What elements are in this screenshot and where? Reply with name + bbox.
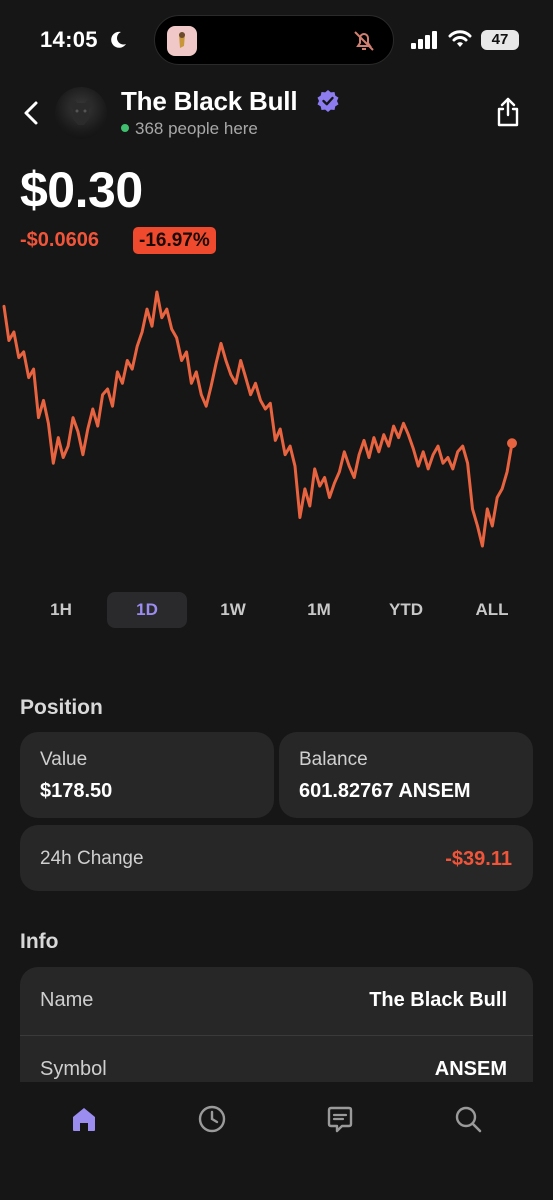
tab-1d[interactable]: 1D xyxy=(107,592,187,628)
dynamic-island xyxy=(154,15,394,65)
info-value: ANSEM xyxy=(434,1058,507,1080)
current-price: $0.30 xyxy=(20,162,143,218)
tab-1m[interactable]: 1M xyxy=(291,592,347,628)
price-change-absolute: -$0.0606 xyxy=(20,229,99,251)
balance-amount: 601.82767 ANSEM xyxy=(299,780,471,802)
info-row-symbol: Symbol ANSEM xyxy=(20,1036,533,1083)
balance-card: Balance 601.82767 ANSEM xyxy=(279,732,533,818)
battery-icon: 47 xyxy=(481,30,519,50)
chart-line xyxy=(2,290,514,548)
signal-icon xyxy=(411,31,437,49)
change-24h-value: -$39.11 xyxy=(445,848,512,870)
tab-all[interactable]: ALL xyxy=(464,592,520,628)
chart-last-point xyxy=(507,438,517,449)
online-dot xyxy=(121,123,129,132)
info-label: Name xyxy=(40,989,94,1011)
tab-1w[interactable]: 1W xyxy=(205,592,261,628)
chat-icon[interactable] xyxy=(325,1104,355,1134)
info-heading: Info xyxy=(20,930,59,953)
verified-badge-icon xyxy=(317,90,339,112)
value-label: Value xyxy=(40,749,88,770)
range-tabs: 1H 1D 1W 1M YTD ALL xyxy=(0,592,553,628)
home-icon[interactable] xyxy=(69,1104,99,1134)
avatar[interactable] xyxy=(55,87,107,139)
bell-slash-icon xyxy=(354,31,374,51)
info-value: The Black Bull xyxy=(369,989,507,1011)
price-change-percent: -16.97% xyxy=(133,227,216,254)
status-time: 14:05 xyxy=(40,27,98,52)
tab-ytd[interactable]: YTD xyxy=(378,592,434,628)
info-label: Symbol xyxy=(40,1058,107,1080)
online-text: 368 people here xyxy=(135,119,258,138)
position-heading: Position xyxy=(20,696,103,719)
search-icon[interactable] xyxy=(453,1104,483,1134)
app-icon xyxy=(167,26,197,56)
info-card: Name The Black Bull Symbol ANSEM xyxy=(20,967,533,1083)
online-count: 368 people here xyxy=(121,119,258,139)
balance-label: Balance xyxy=(299,749,368,770)
status-bar: 14:05 47 xyxy=(0,0,553,80)
bottom-nav xyxy=(0,1082,553,1200)
page-title: The Black Bull xyxy=(121,86,298,116)
share-icon[interactable] xyxy=(494,96,522,128)
change-24h-card: 24h Change -$39.11 xyxy=(20,825,533,891)
wifi-icon xyxy=(448,30,472,47)
change-24h-label: 24h Change xyxy=(40,848,144,869)
info-row-name: Name The Black Bull xyxy=(20,967,533,1035)
moon-icon xyxy=(111,31,126,48)
value-card: Value $178.50 xyxy=(20,732,274,818)
price-chart[interactable] xyxy=(0,280,553,560)
clock-icon[interactable] xyxy=(197,1104,227,1134)
value-amount: $178.50 xyxy=(40,780,113,802)
back-chevron-icon[interactable] xyxy=(20,98,42,128)
tab-1h[interactable]: 1H xyxy=(33,592,89,628)
